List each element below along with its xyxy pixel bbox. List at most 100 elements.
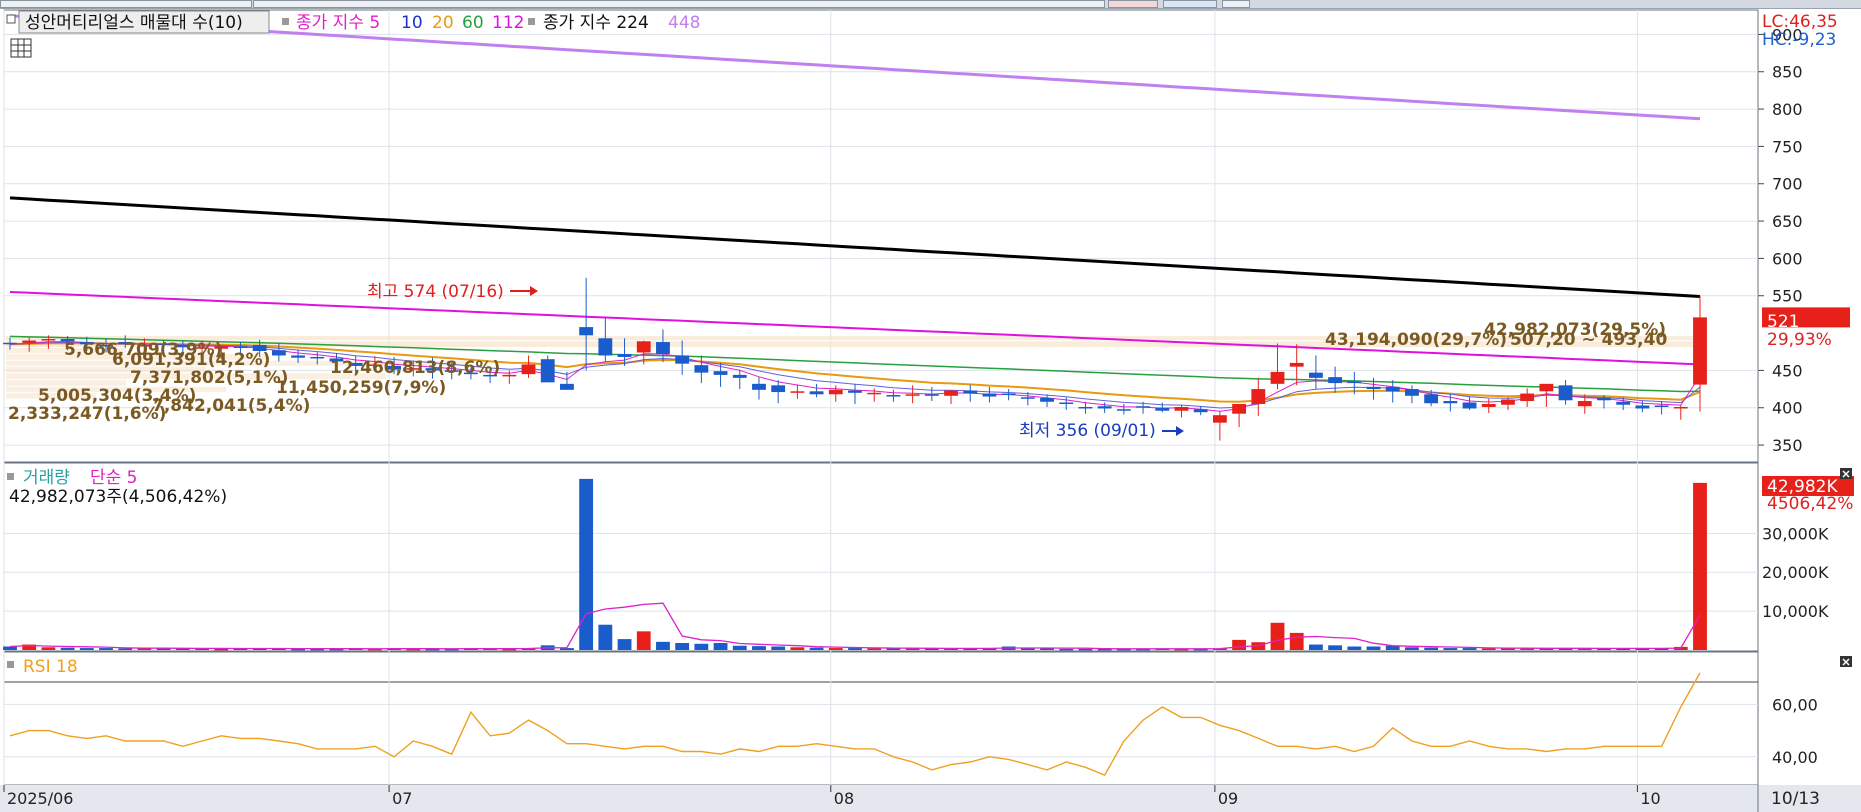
volume-bar[interactable] [1481,648,1496,650]
candle-body[interactable] [1616,401,1631,405]
volume-bar[interactable] [1366,646,1381,651]
candle-body[interactable] [22,340,37,343]
candle-body[interactable] [1366,386,1381,390]
candle-body[interactable] [752,383,766,390]
candle-body[interactable] [1673,406,1688,409]
candle-body[interactable] [1577,401,1592,407]
candle-body[interactable] [1078,406,1093,409]
candle-body[interactable] [944,390,958,396]
candle-body[interactable] [675,355,690,364]
table-icon[interactable] [10,38,32,58]
candle-body[interactable] [540,359,555,383]
volume-bar[interactable] [1405,647,1419,650]
volume-bar[interactable] [1059,648,1074,651]
candle-body[interactable] [1232,404,1247,414]
candle-body[interactable] [1174,406,1189,411]
candle-body[interactable] [1539,383,1554,392]
volume-bar[interactable] [1328,645,1343,650]
candle-body[interactable] [1443,401,1458,404]
volume-bar[interactable] [1078,648,1093,651]
close-icon[interactable] [1840,656,1852,667]
candle-body[interactable] [924,394,939,396]
candle-body[interactable] [886,395,901,397]
volume-bar[interactable] [828,648,843,650]
candle-body[interactable] [521,364,536,375]
candle-body[interactable] [982,393,997,397]
candle-body[interactable] [1481,404,1496,407]
candle-body[interactable] [1501,399,1515,405]
candle-body[interactable] [1597,398,1611,401]
candle-body[interactable] [1424,394,1439,404]
volume-bar[interactable] [867,648,882,650]
candle-body[interactable] [963,390,978,394]
candle-body[interactable] [41,339,56,341]
candle-body[interactable] [1020,397,1035,399]
candle-body[interactable] [1155,407,1170,411]
candle-body[interactable] [310,356,325,359]
volume-bar[interactable] [79,648,94,650]
candle-body[interactable] [1251,389,1266,404]
candle-body[interactable] [1308,372,1323,378]
candle-body[interactable] [809,391,824,395]
stock-chart[interactable]: 90085080075070065060055045040035030,000K… [0,0,1861,812]
candle-body[interactable] [1270,371,1285,384]
candle-body[interactable] [1116,409,1131,411]
volume-bar[interactable] [1462,648,1477,650]
volume-bar[interactable] [1443,648,1458,650]
candle-body[interactable] [1520,393,1535,402]
candle-body[interactable] [1097,406,1112,409]
candle-body[interactable] [1462,402,1477,409]
candle-body[interactable] [1289,362,1304,367]
candle-body[interactable] [1654,405,1669,407]
volume-bar[interactable] [1232,639,1247,650]
volume-bar[interactable] [656,641,670,650]
volume-bar[interactable] [732,645,747,650]
candle-body[interactable] [694,365,709,373]
volume-bar[interactable] [1289,632,1304,650]
candle-body[interactable] [1385,386,1400,392]
candle-body[interactable] [1059,402,1074,405]
candle-body[interactable] [713,371,728,375]
candle-body[interactable] [1693,317,1707,385]
candle-body[interactable] [790,391,805,393]
candle-body[interactable] [905,394,920,396]
candle-body[interactable] [1001,393,1016,396]
candle-body[interactable] [271,350,286,356]
volume-bar[interactable] [1308,644,1323,650]
candle-body[interactable] [1136,406,1150,408]
volume-bar[interactable] [848,648,862,650]
candle-body[interactable] [598,338,613,356]
candle-body[interactable] [636,341,651,353]
volume-bar[interactable] [1040,648,1054,650]
volume-bar[interactable] [3,646,17,651]
volume-bar[interactable] [675,643,690,650]
candle-body[interactable] [1347,381,1362,384]
volume-bar[interactable] [118,648,133,650]
candle-body[interactable] [502,374,517,377]
volume-bar[interactable] [1347,646,1362,651]
volume-bar[interactable] [579,478,594,650]
candle-body[interactable] [867,392,882,395]
volume-bar[interactable] [41,647,56,650]
volume-bar[interactable] [636,631,651,650]
volume-bar[interactable] [1424,647,1439,650]
candle-body[interactable] [771,385,786,393]
candle-body[interactable] [1040,398,1054,402]
candle-body[interactable] [656,342,670,354]
candle-body[interactable] [560,383,574,390]
candle-body[interactable] [1405,389,1419,396]
volume-bar[interactable] [60,647,75,650]
volume-bar[interactable] [617,639,632,650]
volume-bar[interactable] [790,647,805,650]
volume-bar[interactable] [1020,648,1035,650]
candle-body[interactable] [1558,385,1573,401]
candle-body[interactable] [1635,405,1650,409]
volume-bar[interactable] [771,646,786,651]
candle-body[interactable] [828,389,843,395]
candle-body[interactable] [848,390,862,393]
candle-body[interactable] [617,353,632,357]
candle-body[interactable] [579,327,594,336]
volume-bar[interactable] [99,648,113,650]
candle-body[interactable] [1212,415,1227,423]
volume-bar[interactable] [713,643,728,650]
